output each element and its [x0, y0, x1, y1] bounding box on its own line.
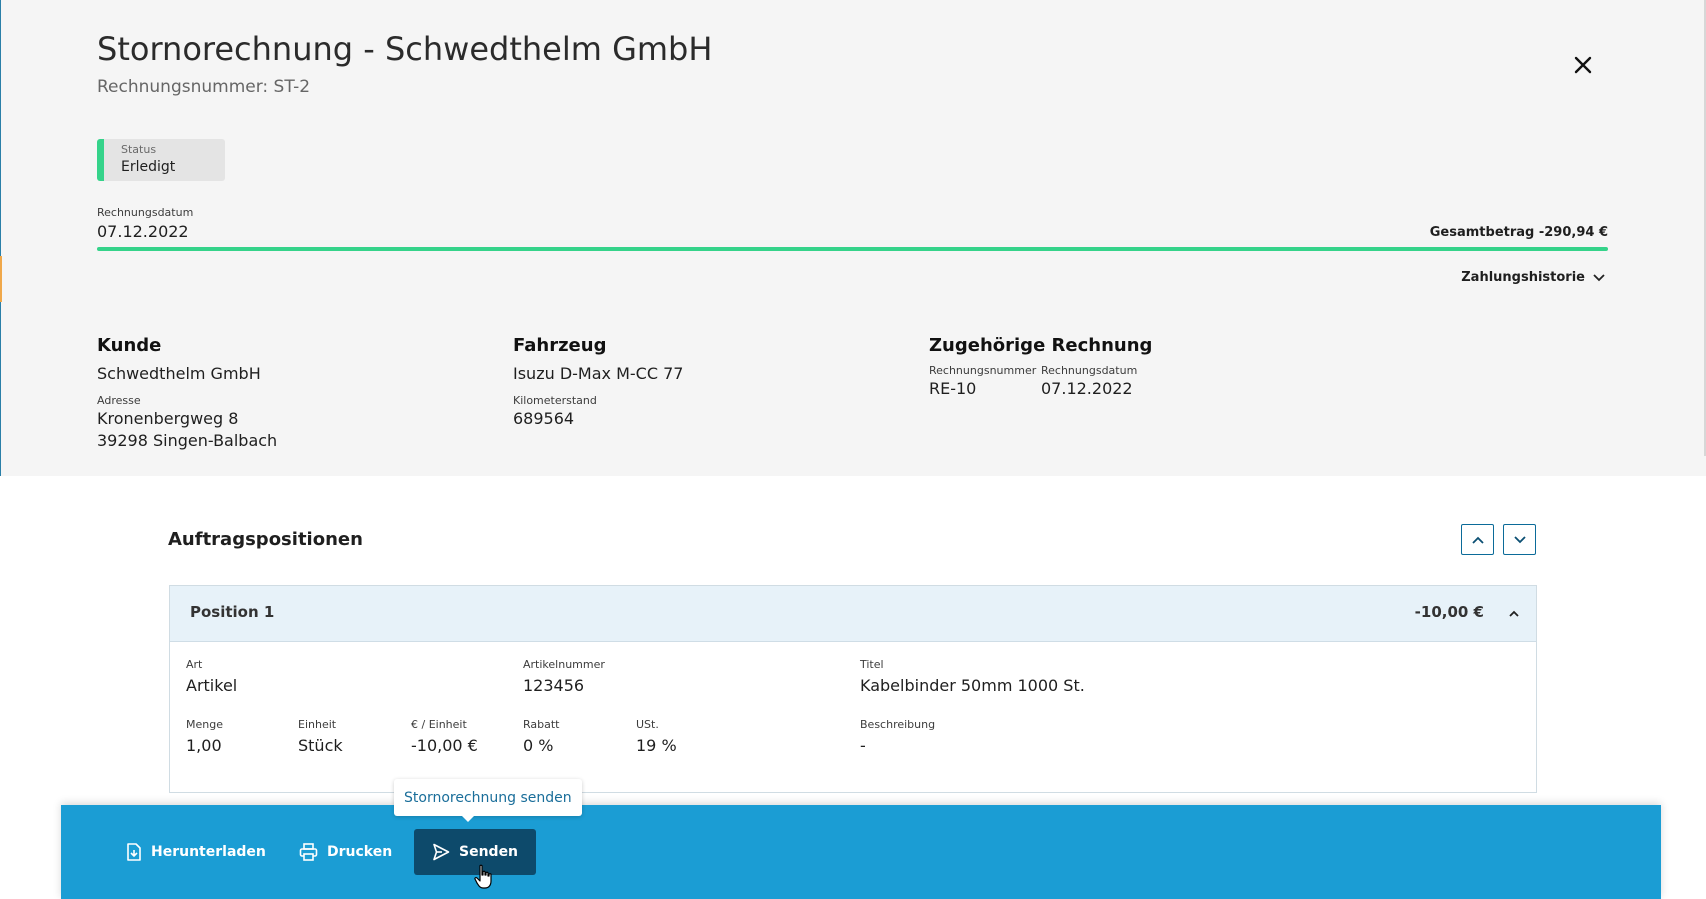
rabatt-value: 0 % [523, 736, 554, 755]
status-progress-line [97, 247, 1608, 251]
print-label: Drucken [327, 844, 393, 860]
printer-icon [299, 843, 318, 861]
position-card: Position 1 -10,00 € Art Artikel Artikeln… [169, 585, 1537, 793]
beschreibung-value: - [860, 736, 866, 755]
menge-value: 1,00 [186, 736, 222, 755]
position-title: Position 1 [190, 603, 275, 621]
mileage-label: Kilometerstand [513, 394, 597, 407]
price-per-unit-label: € / Einheit [411, 718, 467, 731]
customer-name: Schwedthelm GmbH [97, 364, 261, 383]
status-badge: Status Erledigt [97, 139, 225, 181]
send-tooltip: Stornorechnung senden [394, 779, 582, 816]
ust-label: USt. [636, 718, 659, 731]
price-per-unit-value: -10,00 € [411, 736, 478, 755]
total-amount: Gesamtbetrag -290,94 € [1429, 225, 1608, 240]
address-line2: 39298 Singen-Balbach [97, 431, 278, 450]
left-edge-marker [0, 256, 2, 302]
action-bar: Herunterladen Drucken Senden [61, 805, 1661, 899]
download-file-icon [127, 843, 141, 861]
chevron-down-icon [1513, 535, 1526, 543]
status-value: Erledigt [121, 159, 176, 175]
tooltip-arrow [460, 814, 476, 822]
menge-label: Menge [186, 718, 223, 731]
related-invoice-number[interactable]: RE-10 [929, 379, 976, 398]
invoice-date-value: 07.12.2022 [97, 222, 189, 241]
chevron-up-icon[interactable] [1506, 606, 1522, 622]
customer-heading: Kunde [97, 335, 162, 356]
titel-value: Kabelbinder 50mm 1000 St. [860, 676, 1085, 695]
download-button[interactable]: Herunterladen [126, 829, 266, 875]
article-number-label: Artikelnummer [523, 658, 605, 671]
invoice-date-label: Rechnungsdatum [97, 206, 194, 219]
position-header[interactable]: Position 1 -10,00 € [170, 586, 1536, 642]
close-icon [1574, 56, 1592, 74]
art-value: Artikel [186, 676, 238, 695]
positions-heading: Auftragspositionen [168, 529, 363, 550]
ust-value: 19 % [636, 736, 677, 755]
beschreibung-label: Beschreibung [860, 718, 936, 731]
vehicle-name: Isuzu D-Max M-CC 77 [513, 364, 684, 383]
expand-all-button[interactable] [1503, 524, 1536, 555]
related-invoice-date: 07.12.2022 [1041, 379, 1133, 398]
titel-label: Titel [860, 658, 884, 671]
close-button[interactable] [1569, 51, 1597, 79]
payment-history-label: Zahlungshistorie [1461, 270, 1585, 285]
invoice-number-subtitle: Rechnungsnummer: ST-2 [97, 77, 311, 97]
download-label: Herunterladen [151, 844, 266, 860]
send-icon [433, 843, 450, 861]
vehicle-heading: Fahrzeug [513, 335, 607, 356]
print-button[interactable]: Drucken [299, 829, 392, 875]
related-invoice-heading: Zugehörige Rechnung [929, 335, 1153, 356]
related-invoice-date-label: Rechnungsdatum [1041, 364, 1138, 377]
einheit-value: Stück [298, 736, 343, 755]
payment-history-toggle[interactable]: Zahlungshistorie [1461, 270, 1605, 285]
hand-cursor-icon [474, 864, 492, 889]
position-amount: -10,00 € [1414, 603, 1484, 621]
page-title: Stornorechnung - Schwedthelm GmbH [97, 30, 713, 68]
einheit-label: Einheit [298, 718, 337, 731]
art-label: Art [186, 658, 203, 671]
chevron-up-icon [1471, 536, 1484, 544]
address-line1: Kronenbergweg 8 [97, 409, 239, 428]
chevron-down-icon [1593, 273, 1605, 281]
address-label: Adresse [97, 394, 141, 407]
related-invoice-number-label: Rechnungsnummer [929, 364, 1037, 377]
rabatt-label: Rabatt [523, 718, 560, 731]
article-number-value: 123456 [523, 676, 585, 695]
send-label: Senden [459, 844, 519, 860]
collapse-all-button[interactable] [1461, 524, 1494, 555]
mileage-value: 689564 [513, 409, 575, 428]
status-label: Status [121, 143, 157, 156]
